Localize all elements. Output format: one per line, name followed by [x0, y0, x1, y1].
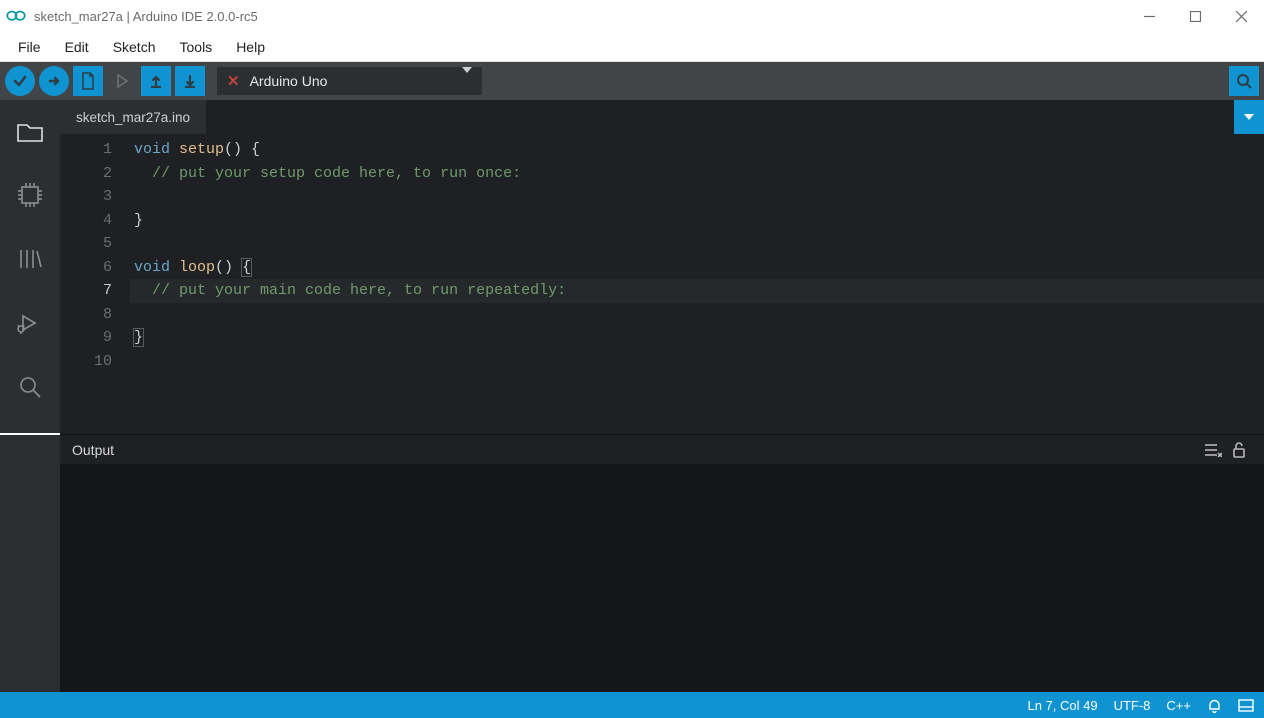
board-selector[interactable]: ✕ Arduino Uno [217, 67, 482, 95]
menu-help[interactable]: Help [224, 35, 277, 59]
sidebar-library-manager-icon[interactable] [13, 242, 47, 276]
open-button[interactable] [141, 66, 171, 96]
upload-button[interactable] [39, 66, 69, 96]
output-panel-header: Output [60, 434, 1264, 464]
output-panel[interactable] [60, 464, 1264, 692]
sidebar-boards-manager-icon[interactable] [13, 178, 47, 212]
window-minimize-button[interactable] [1126, 0, 1172, 32]
sidebar-sketchbook-icon[interactable] [13, 114, 47, 148]
output-filter-icon[interactable] [1200, 443, 1226, 457]
window-titlebar: sketch_mar27a | Arduino IDE 2.0.0-rc5 [0, 0, 1264, 32]
status-encoding[interactable]: UTF-8 [1114, 698, 1151, 713]
chevron-down-icon [1244, 114, 1254, 120]
editor-tab[interactable]: sketch_mar27a.ino [60, 100, 207, 134]
menu-file[interactable]: File [6, 35, 53, 59]
window-title: sketch_mar27a | Arduino IDE 2.0.0-rc5 [34, 9, 1126, 24]
arduino-app-icon [6, 6, 26, 26]
menu-tools[interactable]: Tools [168, 35, 225, 59]
menu-sketch[interactable]: Sketch [101, 35, 168, 59]
board-name: Arduino Uno [250, 73, 328, 89]
status-panel-toggle-icon[interactable] [1238, 699, 1254, 712]
output-title: Output [72, 442, 114, 458]
window-maximize-button[interactable] [1172, 0, 1218, 32]
output-lock-icon[interactable] [1226, 442, 1252, 458]
board-disconnected-icon: ✕ [227, 72, 240, 90]
editor-tabs: sketch_mar27a.ino [60, 100, 1264, 134]
sidebar-search-icon[interactable] [13, 370, 47, 404]
status-language[interactable]: C++ [1166, 698, 1191, 713]
save-button[interactable] [175, 66, 205, 96]
code-editor[interactable]: 12345678910 void setup() { // put your s… [60, 134, 1264, 434]
menubar: File Edit Sketch Tools Help [0, 32, 1264, 62]
serial-plotter-button[interactable] [1229, 66, 1259, 96]
toolbar: ✕ Arduino Uno [0, 62, 1264, 100]
status-cursor-position[interactable]: Ln 7, Col 49 [1027, 698, 1097, 713]
activity-bar [0, 100, 60, 692]
sidebar-debug-icon[interactable] [13, 306, 47, 340]
chevron-down-icon [462, 73, 472, 89]
new-sketch-button[interactable] [73, 66, 103, 96]
code-text[interactable]: void setup() { // put your setup code he… [130, 134, 1264, 434]
editor-tab-more-button[interactable] [1234, 100, 1264, 134]
tab-label: sketch_mar27a.ino [76, 110, 190, 125]
window-close-button[interactable] [1218, 0, 1264, 32]
status-bar: Ln 7, Col 49 UTF-8 C++ [0, 692, 1264, 718]
debug-button[interactable] [107, 66, 137, 96]
verify-button[interactable] [5, 66, 35, 96]
line-number-gutter: 12345678910 [60, 134, 130, 434]
status-notifications-icon[interactable] [1207, 698, 1222, 713]
menu-edit[interactable]: Edit [53, 35, 101, 59]
